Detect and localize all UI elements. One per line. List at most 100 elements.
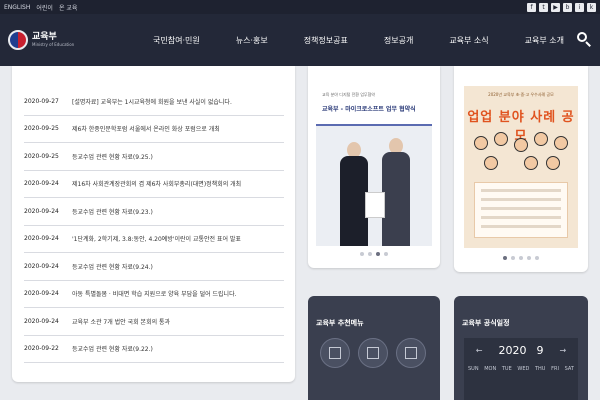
weekday-label: FRI	[551, 366, 559, 372]
item-title[interactable]: 교육부 소관 7개 법안 국회 본회의 통과	[72, 317, 170, 326]
recommended-menu-title: 교육부 추천메뉴	[316, 319, 364, 327]
nav-ministry-news[interactable]: 교육부 소식	[449, 35, 488, 46]
logo-name: 교육부	[32, 32, 57, 42]
weekday-label: SUN	[468, 366, 479, 372]
item-date: 2020-09-27	[24, 97, 59, 105]
item-date: 2020-09-24	[24, 180, 59, 188]
list-item[interactable]: 2020-09-25 제6차 한중인문학포럼 서울에서 온라인 화상 포럼으로 개…	[24, 116, 284, 143]
instagram-icon[interactable]: i	[575, 2, 584, 12]
item-title[interactable]: [설명자료] 교육부는 1시교육청에 회원을 보낸 사실이 없습니다.	[72, 97, 232, 106]
list-item[interactable]: 2020-09-24 교육부 소관 7개 법안 국회 본회의 통과	[24, 308, 284, 336]
item-title[interactable]: 등교수업 관련 현황 자료(9.22.)	[72, 344, 153, 353]
calendar-year: 2020	[498, 343, 527, 357]
search-icon[interactable]	[576, 31, 592, 47]
carousel-dot-active[interactable]	[503, 256, 507, 260]
poster-top-text: 2020년 교육부 초·중·고 우수사례 공모	[488, 92, 554, 97]
menu-shortcut-icon[interactable]	[320, 338, 350, 368]
main-navigation: 국민참여·민원 뉴스·홍보 정책정보공표 정보공개 교육부 소식 교육부 소개	[153, 35, 600, 46]
nav-disclosure[interactable]: 정보공개	[384, 35, 413, 46]
kakao-icon[interactable]: k	[587, 2, 596, 12]
social-links: f t ▶ b i k	[527, 2, 596, 12]
item-title[interactable]: 등교수업 관련 현황 자료(9.24.)	[72, 262, 153, 271]
weekday-label: THU	[534, 366, 546, 372]
carousel-dot[interactable]	[527, 256, 531, 260]
taegeuk-logo-icon	[8, 30, 28, 50]
carousel-dot-active[interactable]	[376, 252, 380, 256]
blog-icon[interactable]: b	[563, 2, 572, 12]
recommended-menu-panel: 교육부 추천메뉴	[308, 296, 440, 400]
weekday-label: TUE	[501, 366, 512, 372]
list-item[interactable]: 2020-09-24 아동 특별돌봄 · 비대면 학습 지원으로 양육 부담을 덜…	[24, 281, 284, 308]
item-title[interactable]: '1단계화, 2학기제, 3.8:동안, 4.20예방'이란이 교통안전 표어 …	[72, 234, 241, 243]
carousel-dot[interactable]	[511, 256, 515, 260]
item-date: 2020-09-22	[24, 345, 59, 353]
banner-title: 교육부 - 마이크로소프트 업무 협약식	[322, 106, 416, 113]
banner-card: 2020년 교육부 초·중·고 우수사례 공모 업업 분야 사례 공모	[454, 66, 588, 272]
news-list: 2020-09-27 [설명자료] 교육부는 1시교육청에 회원을 보낸 사실이 …	[24, 88, 284, 363]
english-link[interactable]: ENGLISH	[4, 4, 30, 11]
weekday-label: SAT	[564, 366, 574, 372]
item-date: 2020-09-25	[24, 125, 59, 133]
item-title[interactable]: 등교수업 관련 현황 자료(9.23.)	[72, 207, 153, 216]
next-month-arrow-icon[interactable]: →	[560, 346, 567, 355]
item-date: 2020-09-24	[24, 290, 59, 298]
calendar: ← 2020 9 → SUN MON TUE WED THU FRI SAT	[464, 338, 578, 400]
list-item[interactable]: 2020-09-22 등교수업 관련 현황 자료(9.22.)	[24, 336, 284, 363]
utility-bar: ENGLISH 어린이 온 교육 f t ▶ b i k	[0, 0, 600, 14]
list-item[interactable]: 2020-09-27 [설명자료] 교육부는 1시교육청에 회원을 보낸 사실이 …	[24, 88, 284, 116]
language-links: ENGLISH 어린이 온 교육	[4, 3, 77, 12]
item-title[interactable]: 아동 특별돌봄 · 비대면 학습 지원으로 양육 부담을 덜어 드립니다.	[72, 289, 237, 298]
kids-link[interactable]: 어린이	[36, 3, 53, 12]
carousel-dots	[308, 252, 440, 256]
list-item[interactable]: 2020-09-24 등교수업 관련 현황 자료(9.23.)	[24, 198, 284, 226]
youtube-icon[interactable]: ▶	[551, 2, 560, 12]
mou-ceremony-photo[interactable]: 교육 분야 디지털 전환 업무협약 교육부 - 마이크로소프트 업무 협약식	[316, 86, 432, 246]
item-date: 2020-09-24	[24, 262, 59, 270]
item-title[interactable]: 제6차 한중인문학포럼 서울에서 온라인 화상 포럼으로 개최	[72, 124, 220, 133]
nav-about[interactable]: 교육부 소개	[525, 35, 564, 46]
weekday-label: MON	[484, 366, 497, 372]
on-education-link[interactable]: 온 교육	[59, 3, 77, 12]
carousel-dot[interactable]	[535, 256, 539, 260]
nav-news[interactable]: 뉴스·홍보	[236, 35, 268, 46]
item-date: 2020-09-24	[24, 235, 59, 243]
item-date: 2020-09-24	[24, 317, 59, 325]
carousel-dot[interactable]	[519, 256, 523, 260]
schedule-title: 교육부 공식일정	[462, 319, 510, 327]
list-item[interactable]: 2020-09-24 제16차 사회관계장관회의 겸 제6차 사회부총리(대면)정…	[24, 171, 284, 198]
nav-participation[interactable]: 국민참여·민원	[153, 35, 200, 46]
menu-shortcut-icon[interactable]	[396, 338, 426, 368]
list-item[interactable]: 2020-09-25 등교수업 관련 현황 자료(9.25.)	[24, 143, 284, 171]
official-schedule-panel: 교육부 공식일정 ← 2020 9 → SUN MON TUE WED THU …	[454, 296, 588, 400]
twitter-icon[interactable]: t	[539, 2, 548, 12]
list-item[interactable]: 2020-09-24 '1단계화, 2학기제, 3.8:동안, 4.20예방'이란…	[24, 226, 284, 253]
weekday-label: WED	[517, 366, 530, 372]
site-header: 교육부 Ministry of Education 국민참여·민원 뉴스·홍보 …	[0, 14, 600, 66]
contest-poster[interactable]: 2020년 교육부 초·중·고 우수사례 공모 업업 분야 사례 공모	[464, 86, 578, 248]
recommended-menu-icons	[320, 338, 426, 368]
carousel-dots	[454, 256, 588, 260]
site-logo[interactable]: 교육부 Ministry of Education	[8, 30, 77, 50]
photo-banner: 교육 분야 디지털 전환 업무협약 교육부 - 마이크로소프트 업무 협약식	[316, 86, 432, 126]
photo-news-card: 교육 분야 디지털 전환 업무협약 교육부 - 마이크로소프트 업무 협약식	[308, 66, 440, 268]
news-list-panel: 2020-09-27 [설명자료] 교육부는 1시교육청에 회원을 보낸 사실이 …	[12, 66, 295, 382]
nav-policy-info[interactable]: 정책정보공표	[304, 35, 348, 46]
carousel-dot[interactable]	[368, 252, 372, 256]
logo-subtitle: Ministry of Education	[32, 42, 75, 47]
item-date: 2020-09-24	[24, 207, 59, 215]
menu-shortcut-icon[interactable]	[358, 338, 388, 368]
children-illustration	[470, 128, 572, 176]
facebook-icon[interactable]: f	[527, 2, 536, 12]
poster-info-box	[474, 182, 568, 238]
item-title[interactable]: 제16차 사회관계장관회의 겸 제6차 사회부총리(대면)정책회의 개최	[72, 179, 241, 188]
calendar-nav: ← 2020 9 →	[464, 338, 578, 362]
carousel-dot[interactable]	[384, 252, 388, 256]
banner-subtitle: 교육 분야 디지털 전환 업무협약	[322, 92, 375, 97]
calendar-month: 9	[536, 343, 544, 357]
item-date: 2020-09-25	[24, 152, 59, 160]
list-item[interactable]: 2020-09-24 등교수업 관련 현황 자료(9.24.)	[24, 253, 284, 281]
carousel-dot[interactable]	[360, 252, 364, 256]
prev-month-arrow-icon[interactable]: ←	[476, 346, 483, 355]
weekday-header: SUN MON TUE WED THU FRI SAT	[464, 362, 578, 372]
item-title[interactable]: 등교수업 관련 현황 자료(9.25.)	[72, 152, 153, 161]
